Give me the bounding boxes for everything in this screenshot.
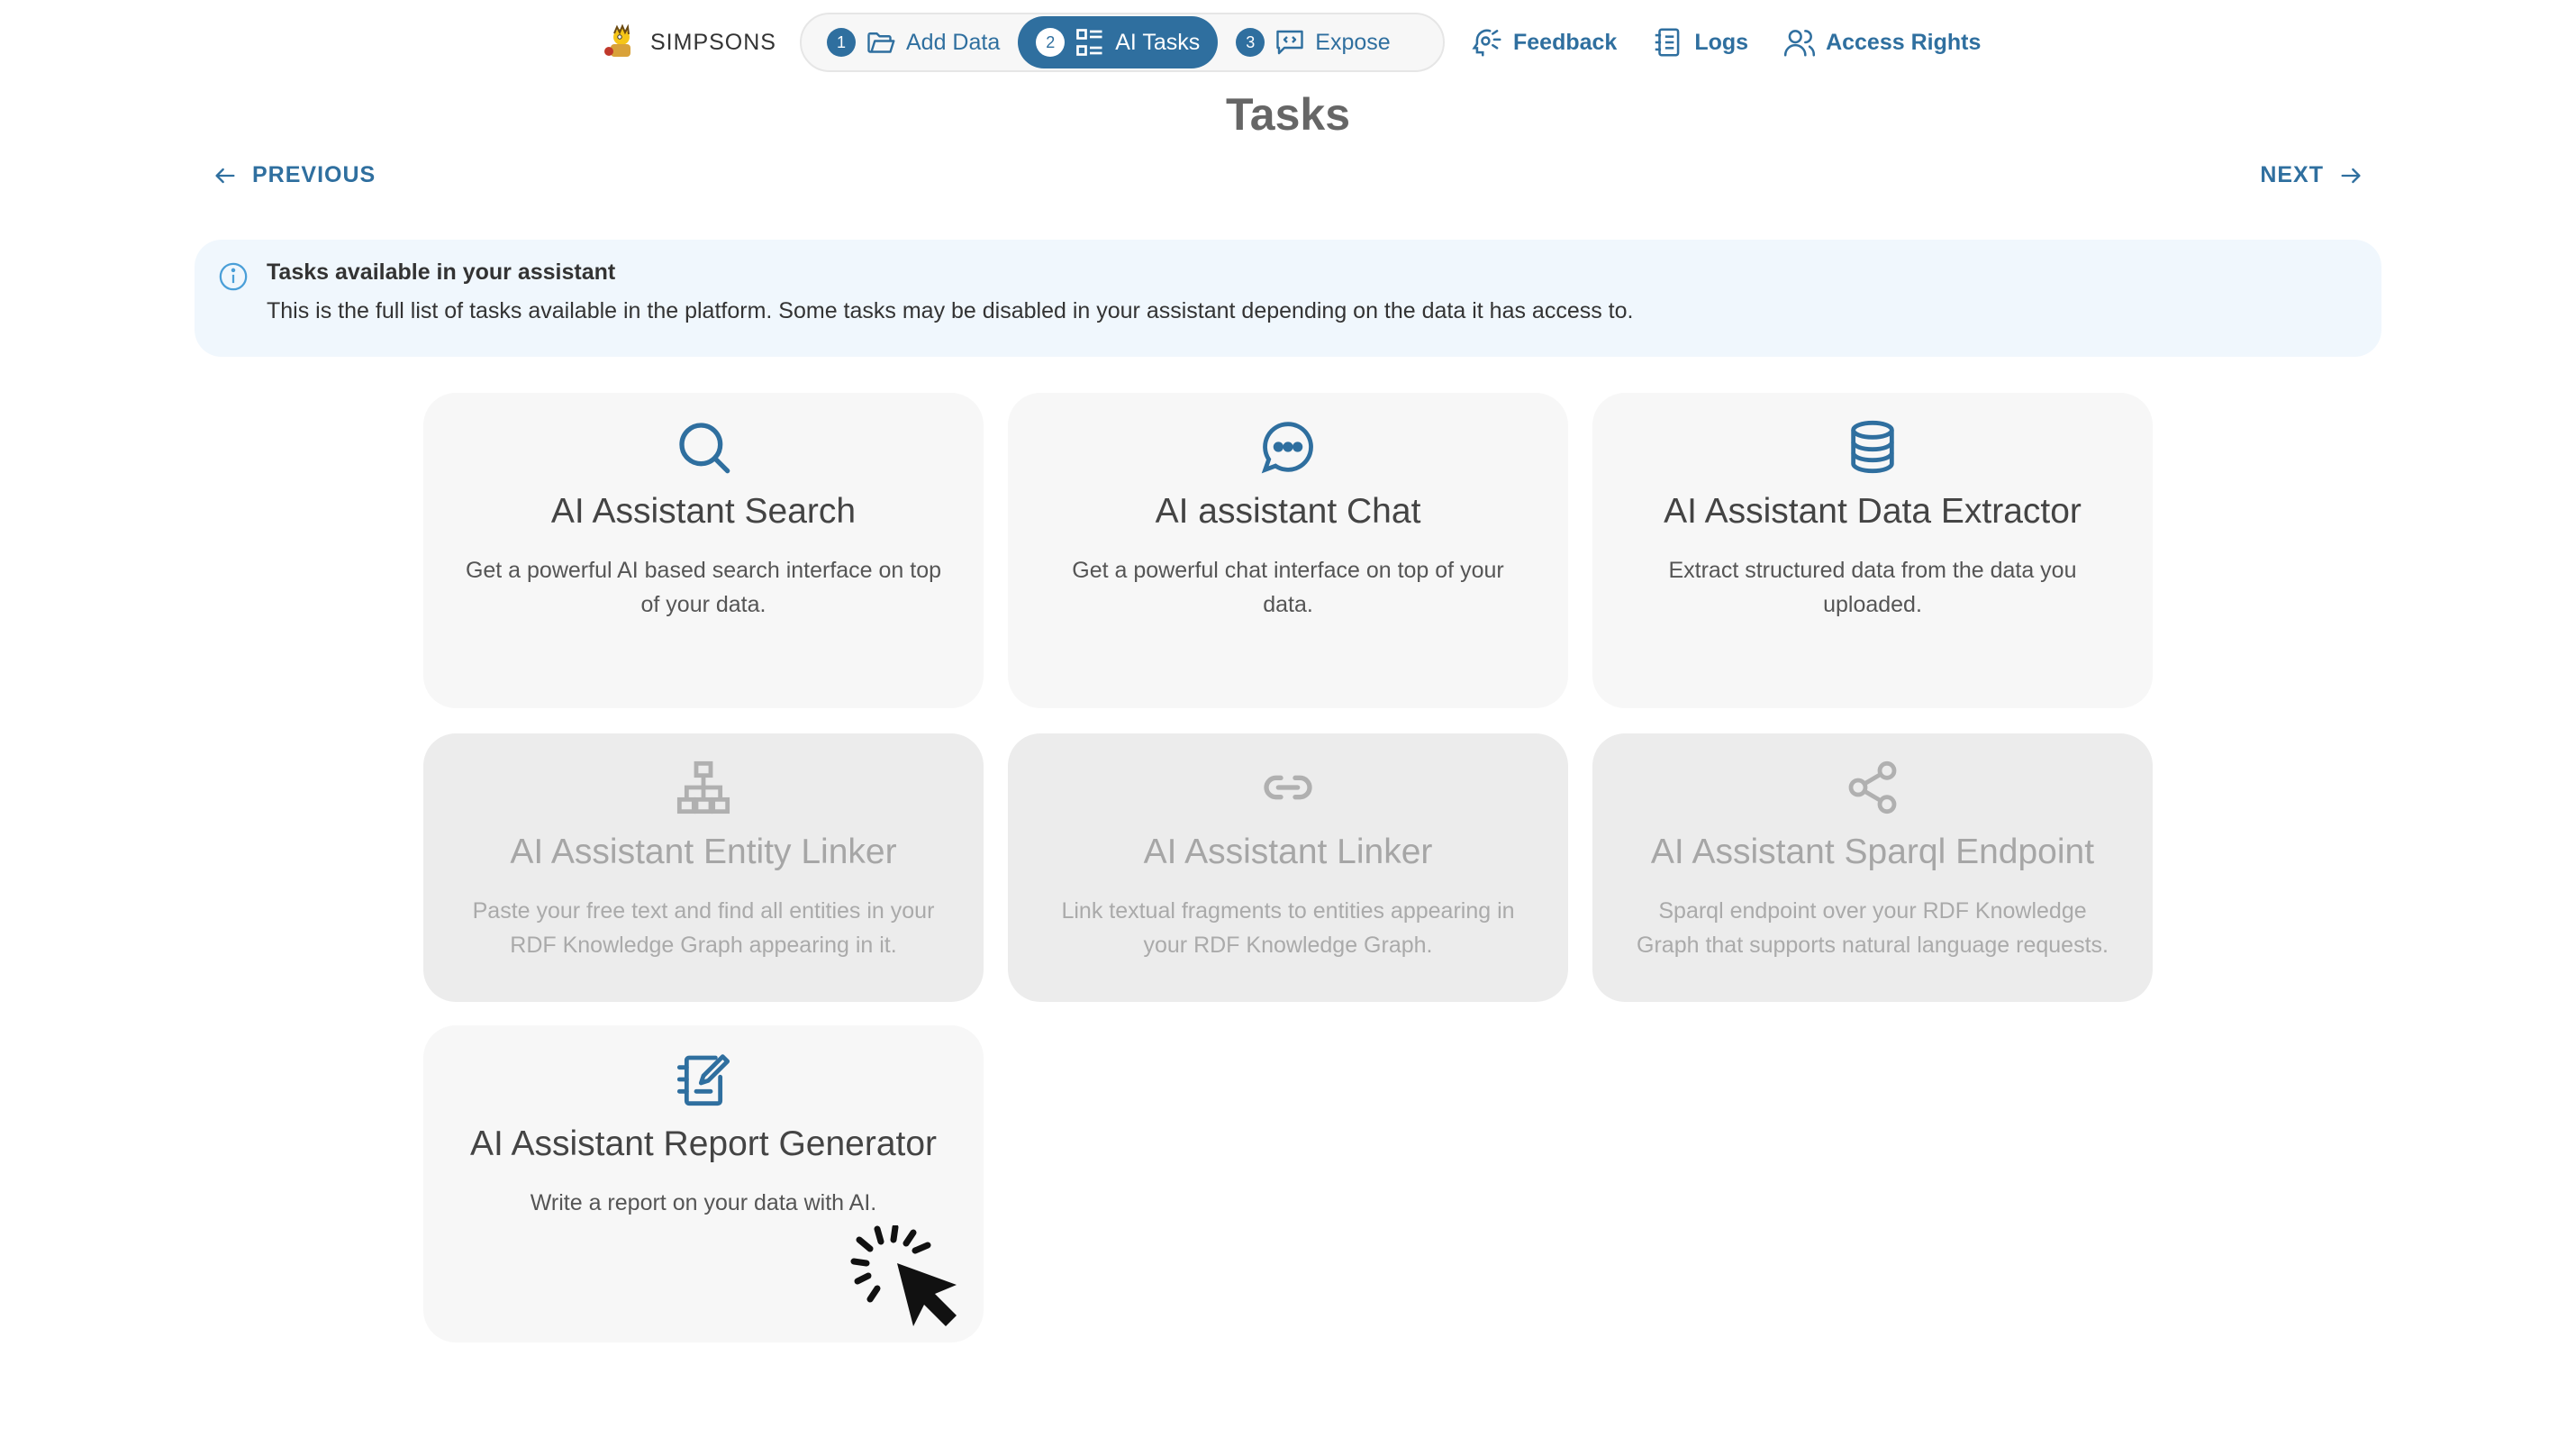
card-description: Paste your free text and find all entiti… [472, 898, 935, 958]
info-icon [219, 262, 248, 291]
step-add-data[interactable]: 1 Add Data [809, 16, 1018, 68]
access-rights-label: Access Rights [1826, 29, 1982, 55]
card-title: AI Assistant Sparql Endpoint [1650, 833, 2095, 871]
info-text: This is the full list of tasks available… [267, 298, 1634, 323]
task-card-linker[interactable]: AI Assistant Linker Link textual fragmen… [1008, 733, 1568, 1002]
card-title: AI Assistant Data Extractor [1664, 492, 2082, 531]
arrow-right-icon [2341, 168, 2361, 183]
users-icon [1783, 30, 1816, 57]
top-nav: Feedback Logs Access Rights [1470, 13, 1981, 72]
arrow-left-icon [215, 168, 235, 183]
previous-button[interactable]: PREVIOUS [213, 162, 376, 188]
task-card-entity-linker[interactable]: AI Assistant Entity Linker Paste your fr… [423, 733, 984, 1002]
workflow-stepper: 1 Add Data 2 AI Tasks 3 Expose [800, 13, 1445, 72]
task-card-search[interactable]: AI Assistant Search Get a powerful AI ba… [423, 393, 984, 708]
card-description: Write a report on your data with AI. [530, 1190, 877, 1215]
simpsons-logo-icon [604, 24, 630, 57]
feedback-link[interactable]: Feedback [1470, 25, 1617, 59]
search-icon [679, 423, 730, 474]
step-number: 1 [827, 28, 856, 57]
card-description: Link textual fragments to entities appea… [1061, 898, 1515, 958]
task-card-data-extractor[interactable]: AI Assistant Data Extractor Extract stru… [1592, 393, 2153, 708]
card-description: Get a powerful AI based search interface… [465, 558, 942, 617]
info-alert: Tasks available in your assistant This i… [195, 240, 2381, 357]
step-number: 3 [1236, 28, 1265, 57]
card-description: Extract structured data from the data yo… [1668, 558, 2077, 617]
task-card-sparql-endpoint[interactable]: AI Assistant Sparql Endpoint Sparql endp… [1592, 733, 2153, 1002]
card-title: AI Assistant Entity Linker [510, 833, 897, 871]
logs-link[interactable]: Logs [1651, 25, 1748, 59]
step-label: Add Data [906, 29, 1001, 55]
list-grid-icon [1076, 29, 1102, 56]
card-title: AI Assistant Report Generator [469, 1124, 938, 1163]
top-bar: SIMPSONS 1 Add Data 2 AI Tasks 3 Expose … [0, 13, 2576, 72]
feedback-icon [1472, 29, 1501, 57]
card-description: Sparql endpoint over your RDF Knowledge … [1637, 898, 2109, 958]
step-expose[interactable]: 3 Expose [1218, 16, 1408, 68]
logs-label: Logs [1694, 29, 1749, 55]
card-description: Get a powerful chat interface on top of … [1072, 558, 1504, 617]
feedback-label: Feedback [1513, 29, 1618, 55]
page-title: Tasks [1225, 89, 1351, 140]
brand-name: SIMPSONS [650, 29, 776, 55]
card-title: AI assistant Chat [1155, 492, 1421, 531]
task-card-chat[interactable]: AI assistant Chat Get a powerful chat in… [1008, 393, 1568, 708]
report-edit-icon [676, 1054, 730, 1106]
access-rights-link[interactable]: Access Rights [1782, 25, 1981, 59]
click-cursor-icon [850, 1225, 957, 1326]
link-icon [1264, 775, 1312, 800]
next-label: NEXT [2260, 162, 2324, 187]
card-title: AI Assistant Search [550, 492, 857, 531]
step-ai-tasks[interactable]: 2 AI Tasks [1018, 16, 1219, 68]
chat-icon [1261, 422, 1313, 474]
step-label: Expose [1315, 29, 1391, 55]
info-title: Tasks available in your assistant [267, 259, 616, 285]
next-button[interactable]: NEXT [2260, 162, 2363, 188]
notebook-icon [1655, 28, 1680, 57]
card-title: AI Assistant Linker [1143, 833, 1433, 871]
hierarchy-icon [676, 760, 730, 815]
share-icon [1848, 760, 1897, 815]
database-icon [1851, 420, 1894, 474]
step-number: 2 [1036, 28, 1066, 57]
brand[interactable]: SIMPSONS [602, 22, 776, 63]
step-label: AI Tasks [1115, 29, 1201, 55]
folder-open-icon [867, 32, 895, 53]
previous-label: PREVIOUS [252, 162, 376, 187]
code-message-icon [1276, 30, 1303, 55]
